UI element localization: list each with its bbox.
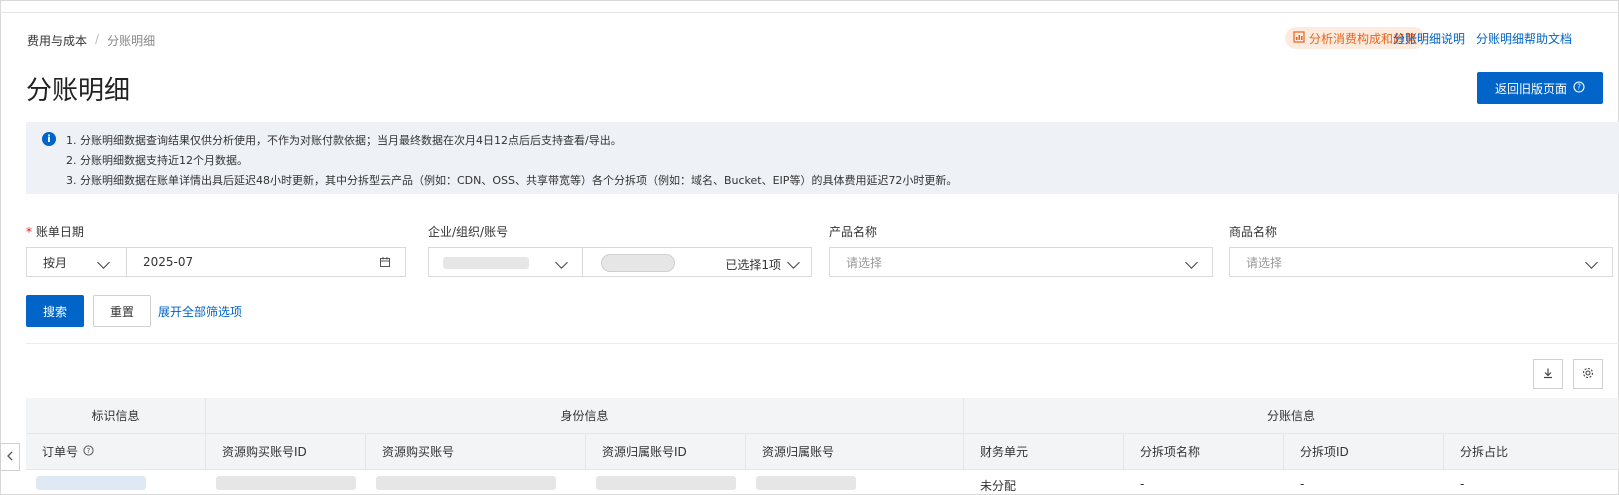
column-label-order: 订单号 <box>42 445 79 459</box>
page-title: 分账明细 <box>26 76 131 106</box>
column-header-owner-id[interactable]: 资源归属账号ID <box>586 434 746 470</box>
date-mode-select[interactable]: 按月 <box>26 247 127 277</box>
reset-button[interactable]: 重置 <box>93 295 151 327</box>
chevron-down-icon <box>1585 256 1598 269</box>
top-divider <box>0 12 1619 13</box>
chevron-down-icon <box>787 256 800 269</box>
section-divider <box>26 343 1619 344</box>
group-header-account: 身份信息 <box>206 398 964 434</box>
column-header-buyer-account[interactable]: 资源购买账号 <box>366 434 586 470</box>
notice-panel: i 1. 分账明细数据查询结果仅供分析使用，不作为对账付款依据；当月最终数据在次… <box>26 122 1619 194</box>
notice-line-2: 2. 分账明细数据支持近12个月数据。 <box>66 154 248 167</box>
help-circle-icon[interactable]: ? <box>83 444 94 459</box>
download-button[interactable] <box>1533 359 1563 389</box>
cell-split-ratio: - <box>1460 477 1465 491</box>
bill-date-label-text: 账单日期 <box>35 225 84 239</box>
column-header-split-id[interactable]: 分拆项ID <box>1284 434 1444 470</box>
cell-split-name: - <box>1140 477 1145 491</box>
help-doc-link[interactable]: 分账明细帮助文档 <box>1476 30 1572 47</box>
gear-icon <box>1582 367 1594 382</box>
selected-count: 已选择1项 <box>725 258 781 272</box>
column-header-split-name[interactable]: 分拆项名称 <box>1124 434 1284 470</box>
column-header-owner-account[interactable]: 资源归属账号 <box>746 434 964 470</box>
column-header-order[interactable]: 订单号 ? <box>26 434 206 470</box>
redacted-owner-id <box>596 476 736 490</box>
group-header-identity: 标识信息 <box>26 398 206 434</box>
redacted-order-id[interactable] <box>36 476 146 490</box>
column-header-finance-unit[interactable]: 财务单元 <box>964 434 1124 470</box>
cell-finance-unit: 未分配 <box>980 479 1017 493</box>
month-value: 2025-07 <box>143 255 194 269</box>
date-mode-value: 按月 <box>43 255 68 270</box>
redacted-buyer-account <box>376 476 556 490</box>
explain-link[interactable]: 分账明细说明 <box>1393 30 1465 47</box>
calendar-icon <box>379 256 391 271</box>
chevron-down-icon <box>97 256 110 269</box>
expand-filters-link[interactable]: 展开全部筛选项 <box>158 303 242 320</box>
product-placeholder: 请选择 <box>846 255 883 270</box>
commodity-label: 商品名称 <box>1229 225 1278 239</box>
cell-split-id: - <box>1300 477 1305 491</box>
month-picker[interactable]: 2025-07 <box>126 247 406 277</box>
account-multi-select[interactable]: 已选择1项 <box>582 247 812 277</box>
selected-tag[interactable] <box>601 254 675 272</box>
settings-button[interactable] <box>1573 359 1603 389</box>
chevron-down-icon <box>1185 256 1198 269</box>
chart-icon <box>1293 30 1305 46</box>
redacted-buyer-id <box>216 476 356 490</box>
account-label: 企业/组织/账号 <box>428 225 509 239</box>
breadcrumb-parent[interactable]: 费用与成本 <box>27 32 87 49</box>
download-icon <box>1542 367 1554 382</box>
commodity-select[interactable]: 请选择 <box>1229 247 1613 277</box>
breadcrumb: 费用与成本 / 分账明细 <box>27 32 155 49</box>
commodity-placeholder: 请选择 <box>1246 255 1283 270</box>
svg-text:?: ? <box>87 446 91 454</box>
redacted-owner-account <box>756 476 856 490</box>
account-type-select[interactable] <box>428 247 583 277</box>
breadcrumb-current: 分账明细 <box>107 34 156 48</box>
chevron-left-icon <box>6 450 14 464</box>
scroll-left-button[interactable] <box>0 443 20 471</box>
product-select[interactable]: 请选择 <box>829 247 1213 277</box>
group-header-split: 分账信息 <box>964 398 1619 434</box>
notice-line-1: 1. 分账明细数据查询结果仅供分析使用，不作为对账付款依据；当月最终数据在次月4… <box>66 134 622 147</box>
required-mark: * <box>26 225 32 239</box>
notice-line-3: 3. 分账明细数据在账单详情出具后延迟48小时更新，其中分拆型云产品（例如：CD… <box>66 174 958 187</box>
info-icon: i <box>42 132 56 146</box>
column-header-split-ratio[interactable]: 分拆占比 <box>1444 434 1619 470</box>
column-header-buyer-id[interactable]: 资源购买账号ID <box>206 434 366 470</box>
back-old-version-button[interactable]: 返回旧版页面 ? <box>1477 72 1603 104</box>
help-circle-icon: ? <box>1573 80 1585 96</box>
chevron-down-icon <box>555 256 568 269</box>
bill-date-label: * 账单日期 <box>26 223 84 240</box>
redacted-value <box>443 257 529 269</box>
breadcrumb-separator: / <box>95 32 100 46</box>
back-button-label: 返回旧版页面 <box>1494 81 1567 96</box>
svg-text:?: ? <box>1577 82 1581 91</box>
product-label: 产品名称 <box>829 225 878 239</box>
search-button[interactable]: 搜索 <box>26 295 84 327</box>
